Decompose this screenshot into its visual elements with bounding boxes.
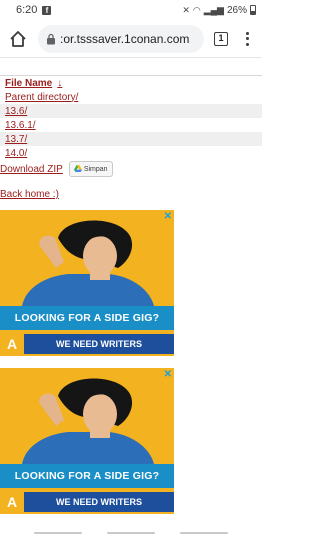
url-text: :or.tsssaver.1conan.com [60, 31, 190, 46]
download-line: Download ZIP Simpan [0, 161, 113, 177]
battery-percent: 26% [226, 4, 247, 16]
ad-headline: LOOKING FOR A SIDE GIG? [0, 306, 174, 330]
wifi-icon: ◠ [192, 4, 201, 15]
ad-photo [22, 220, 154, 306]
recent-apps-button[interactable] [34, 532, 82, 534]
google-drive-icon [73, 165, 82, 172]
tab-switcher-button[interactable]: 1 [214, 31, 228, 46]
column-header-label: File Name [5, 77, 53, 89]
home-button[interactable] [107, 532, 155, 534]
ad-subline-row: A WE NEED WRITERS [0, 334, 174, 354]
back-button[interactable] [180, 532, 228, 534]
ad-close-icon[interactable]: ✕ [164, 369, 172, 380]
battery-icon [250, 5, 256, 15]
status-time: 6:20 [16, 4, 38, 16]
mute-icon: ✕ [182, 4, 190, 15]
signal-icon: ▂▄▆ [203, 4, 224, 15]
directory-listing: File Name ↓ Parent directory/ 13.6/ 13.6… [0, 62, 262, 160]
status-bar: 6:20 f ✕ ◠ ▂▄▆ 26% [0, 0, 262, 20]
list-item: 13.6.1/ [0, 118, 262, 132]
browser-toolbar: :or.tsssaver.1conan.com 1 [0, 20, 262, 58]
advertisement[interactable]: ✕ LOOKING FOR A SIDE GIG? A WE NEED WRIT… [0, 368, 174, 514]
list-item: Parent directory/ [0, 90, 262, 104]
folder-link[interactable]: 13.6.1/ [5, 120, 36, 131]
ad-photo [22, 378, 154, 464]
ad-close-icon[interactable]: ✕ [164, 211, 172, 222]
facebook-icon: f [42, 5, 52, 15]
list-item: 14.0/ [0, 146, 262, 160]
ad-logo: A [6, 494, 18, 510]
parent-directory-link[interactable]: Parent directory/ [5, 92, 78, 103]
advertisement[interactable]: ✕ LOOKING FOR A SIDE GIG? A WE NEED WRIT… [0, 210, 174, 356]
listing-header [0, 62, 262, 76]
folder-link[interactable]: 13.7/ [5, 134, 27, 145]
download-zip-link[interactable]: Download ZIP [0, 164, 63, 175]
ad-subline-row: A WE NEED WRITERS [0, 492, 174, 512]
status-left: 6:20 f [16, 4, 52, 16]
lock-icon [47, 33, 55, 44]
list-item: 13.7/ [0, 132, 262, 146]
status-right: ✕ ◠ ▂▄▆ 26% [182, 5, 256, 16]
folder-link[interactable]: 13.6/ [5, 106, 27, 117]
home-icon[interactable] [8, 29, 28, 49]
list-item: 13.6/ [0, 104, 262, 118]
file-name-column-header[interactable]: File Name ↓ [0, 76, 262, 90]
sort-down-icon: ↓ [57, 77, 63, 89]
ad-logo: A [6, 336, 18, 352]
overflow-menu-icon[interactable] [240, 30, 254, 48]
folder-link[interactable]: 14.0/ [5, 148, 27, 159]
ad-subline: WE NEED WRITERS [24, 492, 174, 512]
address-bar[interactable]: :or.tsssaver.1conan.com [38, 24, 204, 53]
save-label: Simpan [83, 165, 108, 173]
ad-headline: LOOKING FOR A SIDE GIG? [0, 464, 174, 488]
ad-subline: WE NEED WRITERS [24, 334, 174, 354]
save-to-drive-button[interactable]: Simpan [68, 161, 113, 177]
back-home-link[interactable]: Back home :) [0, 189, 59, 200]
